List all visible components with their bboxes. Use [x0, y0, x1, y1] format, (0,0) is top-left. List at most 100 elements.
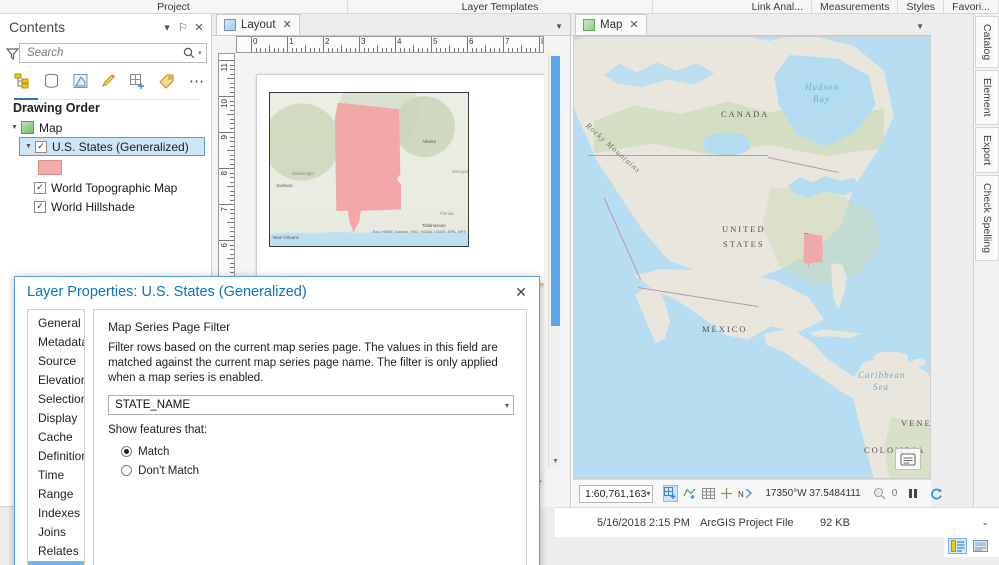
ribbon-tab-link-analysis[interactable]: Link Anal... [744, 0, 813, 13]
search-input[interactable] [27, 47, 183, 59]
list-by-data-source-icon[interactable] [43, 71, 61, 91]
tree-item-world-topographic-map[interactable]: ✓ World Topographic Map [32, 178, 211, 197]
chevron-down-icon[interactable]: ▾ [505, 401, 509, 410]
scroll-down-arrow-icon[interactable]: ▼ [551, 458, 560, 465]
list-by-labeling-icon[interactable] [157, 71, 175, 91]
nav-item-general[interactable]: General [28, 314, 84, 333]
list-by-editing-icon[interactable] [100, 71, 118, 91]
selection-tools-button[interactable] [683, 485, 697, 502]
map-scale-combobox[interactable]: 1:60,761,163 ▾ [579, 484, 654, 503]
preview-view-icon[interactable] [971, 538, 990, 554]
dialog-titlebar[interactable]: Layer Properties: U.S. States (Generaliz… [15, 277, 539, 307]
layer-visibility-checkbox[interactable]: ✓ [34, 181, 46, 194]
layout-map-frame[interactable]: Mississippi Jackson Atlanta Georgia New … [269, 92, 469, 247]
nav-item-metadata[interactable]: Metadata [28, 333, 84, 352]
nav-item-joins[interactable]: Joins [28, 523, 84, 542]
tree-item-world-hillshade[interactable]: ✓ World Hillshade [32, 197, 211, 216]
nav-item-selection[interactable]: Selection [28, 390, 84, 409]
layout-label: Atlanta [422, 139, 437, 144]
ribbon-tab-project[interactable]: Project [0, 0, 348, 13]
nav-item-display[interactable]: Display [28, 409, 84, 428]
vtab-check-spelling[interactable]: Check Spelling [975, 175, 999, 262]
ruler-tick [453, 48, 455, 52]
radio-option-dont-match[interactable]: Don't Match [108, 461, 514, 480]
ribbon-tab-layer-templates[interactable]: Layer Templates [348, 0, 653, 13]
symbol-swatch[interactable] [38, 159, 62, 175]
chevron-down-icon[interactable]: ▾ [159, 19, 175, 35]
nav-item-definition-query[interactable]: Definition Query [28, 447, 84, 466]
search-icon [183, 47, 195, 59]
symbol-swatch-row[interactable] [6, 156, 211, 178]
tree-item-us-states[interactable]: ▼ ✓ U.S. States (Generalized) [19, 137, 205, 156]
crosshair-button[interactable] [720, 485, 733, 502]
radio-button[interactable] [121, 465, 133, 476]
ribbon-tab-styles[interactable]: Styles [898, 0, 945, 13]
close-icon[interactable]: ✕ [283, 18, 292, 31]
nav-item-elevation[interactable]: Elevation [28, 371, 84, 390]
list-by-drawing-order-icon[interactable] [14, 71, 32, 91]
more-options-icon[interactable]: ⋯ [189, 72, 205, 90]
radio-dot [124, 449, 130, 454]
close-icon[interactable]: ✕ [191, 19, 207, 35]
nav-item-source[interactable]: Source [28, 352, 84, 371]
nav-item-relates[interactable]: Relates [28, 542, 84, 561]
refresh-button[interactable] [929, 485, 943, 502]
nav-item-time[interactable]: Time [28, 466, 84, 485]
ruler-tick [230, 226, 234, 228]
vtab-element[interactable]: Element [975, 70, 999, 125]
ruler-tick [512, 48, 513, 52]
close-icon[interactable]: ✕ [629, 18, 638, 31]
ribbon-tab-strip: Project Layer Templates Link Anal... Mea… [0, 0, 999, 14]
ruler-tick [480, 48, 482, 52]
basemap-attribution-button[interactable] [895, 448, 921, 470]
ribbon-tab-measurements[interactable]: Measurements [812, 0, 899, 13]
tree-item-map[interactable]: ▼ Map [6, 118, 211, 137]
chevron-down-icon[interactable]: ▼ [916, 22, 924, 31]
radio-button[interactable] [121, 446, 133, 457]
layer-visibility-checkbox[interactable]: ✓ [35, 140, 47, 153]
details-view-icon[interactable] [948, 538, 967, 554]
list-by-snapping-icon[interactable] [129, 71, 147, 91]
radio-option-match[interactable]: Match [108, 442, 514, 461]
close-icon[interactable]: ✕ [511, 282, 531, 302]
nav-item-cache[interactable]: Cache [28, 428, 84, 447]
ruler-tick [476, 48, 477, 52]
vtab-catalog[interactable]: Catalog [975, 16, 999, 69]
layer-visibility-checkbox[interactable]: ✓ [34, 200, 46, 213]
ruler-tick [426, 48, 428, 52]
expander-icon[interactable]: ▼ [22, 143, 35, 150]
grid-button[interactable] [702, 485, 716, 502]
search-dropdown-caret[interactable]: ▾ [198, 49, 202, 57]
vtab-export[interactable]: Export [975, 126, 999, 174]
nav-item-range[interactable]: Range [28, 485, 84, 504]
select-features-button[interactable] [663, 485, 679, 502]
vtab-label: Check Spelling [981, 183, 993, 254]
chevron-down-icon[interactable]: ▼ [555, 22, 563, 31]
list-by-selection-icon[interactable] [71, 71, 89, 91]
pin-icon[interactable]: ⚐ [175, 19, 191, 35]
ruler-tick [485, 45, 486, 52]
search-input-wrapper[interactable]: ▾ [19, 43, 207, 63]
zoom-to-selection-button[interactable] [873, 485, 887, 502]
pause-drawing-button[interactable] [907, 485, 919, 502]
filter-icon[interactable] [6, 47, 19, 60]
tab-map[interactable]: Map ✕ [575, 14, 647, 35]
horizontal-ruler: 0 1 2 3 4 5 6 7 8 [236, 36, 544, 53]
map-status-bar: 1:60,761,163 ▾ N 17350°W 37.5484111 0 [573, 479, 943, 507]
ruler-number: 5 [433, 37, 438, 46]
page-query-field-combobox[interactable]: STATE_NAME ▾ [108, 395, 514, 415]
map-canvas[interactable]: CANADA UNITED STATES MÉXICO VENEZU COLOM… [573, 36, 931, 479]
ruler-tick [264, 48, 266, 52]
nav-item-page-query[interactable]: Page Query [28, 561, 85, 565]
expander-icon[interactable]: ▼ [8, 124, 21, 131]
nav-item-indexes[interactable]: Indexes [28, 504, 84, 523]
north-arrow-button[interactable]: N [738, 485, 753, 502]
tab-layout[interactable]: Layout ✕ [216, 14, 300, 35]
layout-page[interactable]: Mississippi Jackson Atlanta Georgia New … [256, 74, 544, 284]
ribbon-tab-favorites[interactable]: Favori... [944, 0, 999, 13]
ruler-tick [544, 48, 545, 52]
layout-vertical-scrollbar[interactable]: ▼ [548, 54, 561, 467]
scrollbar-thumb[interactable] [551, 56, 560, 326]
chevron-down-icon[interactable]: ⌄ [981, 517, 989, 528]
chevron-down-icon[interactable]: ▾ [646, 489, 650, 498]
